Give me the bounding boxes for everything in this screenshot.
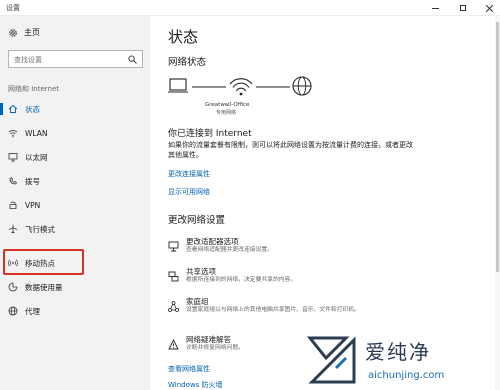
section-label: 网络和 Internet [8,85,60,93]
window-title: 设置 [6,4,20,12]
minimize-icon [431,7,439,9]
sidebar-item-wlan[interactable]: WLAN [0,124,150,142]
gear-icon [9,28,17,37]
title-bar: 设置 [0,0,500,16]
adapter-icon [168,237,179,252]
home-icon [8,104,18,114]
sidebar-item-label: 数据使用量 [25,282,63,292]
sidebar-item-label: 状态 [25,104,40,114]
scrollbar-thumb[interactable] [496,22,499,272]
watermark-text: 爱纯净 [365,340,431,364]
connected-description: 如果你的流量套餐有限制，则可以将此网络设置为按流量计费的连接，或者更改其他属性。 [168,141,413,159]
wifi-router-icon [229,78,253,96]
airplane-icon [8,224,18,234]
minimize-button[interactable] [422,0,448,16]
sidebar: 主页 查找设置 网络和 Internet 状态 WLAN 以太网 拨号 VPN … [0,16,150,390]
sidebar-item-label: 飞行模式 [25,224,55,234]
sidebar-item-vpn[interactable]: VPN [0,196,150,214]
sidebar-item-dialup[interactable]: 拨号 [0,172,150,190]
change-settings-heading: 更改网络设置 [168,215,226,226]
close-button[interactable] [476,0,500,16]
change-connection-properties-link[interactable]: 更改连接属性 [168,169,210,179]
sidebar-item-label: 以太网 [25,152,48,162]
connected-heading: 你已连接到 Internet [168,129,252,139]
network-diagram [168,76,312,96]
page-title: 状态 [168,28,199,46]
warning-icon [168,335,179,350]
sidebar-item-proxy[interactable]: 代理 [0,302,150,320]
maximize-icon [460,5,466,11]
search-icon [128,55,137,64]
network-status-heading: 网络状态 [168,57,207,68]
home-label: 主页 [24,28,40,37]
homegroup-icon [168,297,179,312]
sidebar-item-data-usage[interactable]: 数据使用量 [0,278,150,296]
sidebar-item-label: VPN [25,200,41,210]
network-type: 专用网络 [216,110,237,116]
laptop-icon [168,78,188,93]
vpn-icon [8,200,18,210]
sidebar-item-label: 代理 [25,306,40,316]
windows-firewall-link[interactable]: Windows 防火墙 [168,380,222,390]
setting-description: 查看网络适配器并更改连接设置。 [186,247,273,253]
sidebar-item-status[interactable]: 状态 [0,100,150,118]
search-input[interactable]: 查找设置 [8,50,143,68]
phone-icon [8,176,18,186]
network-name: Greatwall-Office [205,102,250,108]
setting-homegroup[interactable]: 家庭组 设置家庭组以与网络上的其他电脑共享图片、音乐、文件和打印机。 [168,296,408,326]
globe-icon [8,306,18,316]
sidebar-item-label: 拨号 [25,176,40,186]
maximize-button[interactable] [450,0,476,16]
ethernet-icon [8,152,18,162]
sidebar-item-airplane[interactable]: 飞行模式 [0,220,150,238]
setting-adapter-options[interactable]: 更改适配器选项 查看网络适配器并更改连接设置。 [168,236,408,258]
setting-description: 设置家庭组以与网络上的其他电脑共享图片、音乐、文件和打印机。 [186,307,360,313]
setting-sharing-options[interactable]: 共享选项 根据所连接到的网络，决定要共享的内容。 [168,266,408,288]
hotspot-highlight-box [3,249,84,275]
watermark-logo [306,336,356,384]
show-available-networks-link[interactable]: 显示可用网络 [168,187,210,197]
sidebar-item-ethernet[interactable]: 以太网 [0,148,150,166]
sidebar-item-label: WLAN [25,128,48,138]
watermark-url: aichunjing.com [368,370,445,381]
search-placeholder: 查找设置 [14,56,42,64]
sharing-icon [168,267,179,282]
view-network-properties-link[interactable]: 查看网络属性 [168,364,210,374]
home-link[interactable]: 主页 [8,27,40,38]
setting-description: 根据所连接到的网络，决定要共享的内容。 [186,277,297,283]
close-icon [485,4,493,12]
internet-globe-icon [292,76,312,96]
wifi-icon [8,128,18,138]
watermark: 爱纯净 aichunjing.com [300,330,500,390]
data-usage-icon [8,282,18,292]
